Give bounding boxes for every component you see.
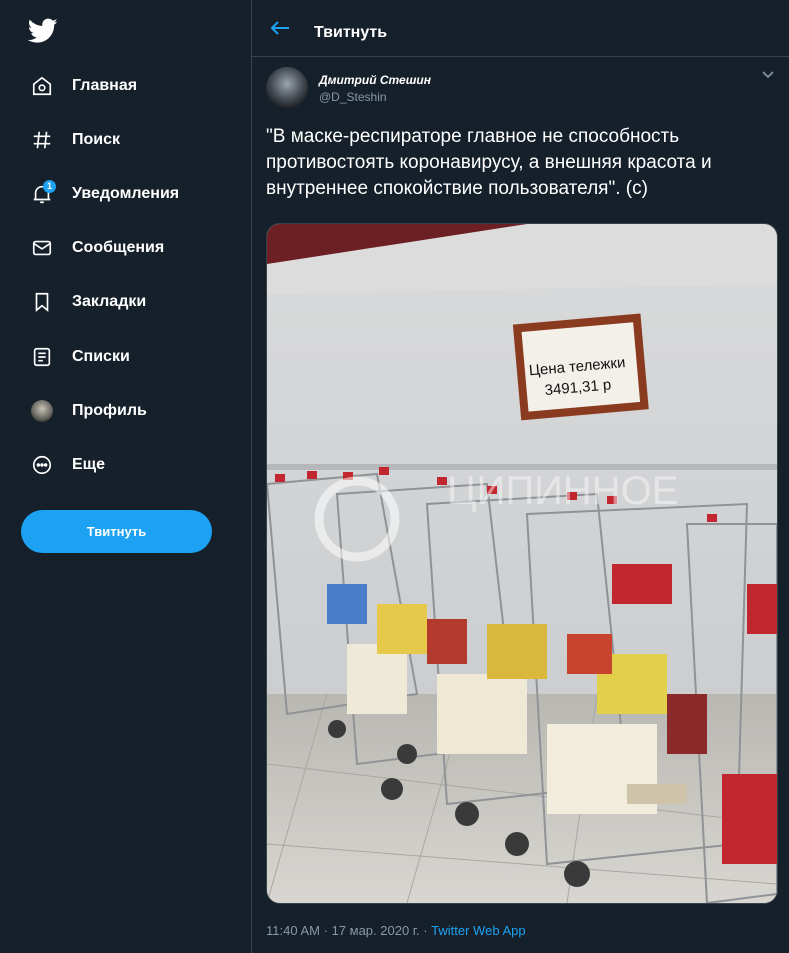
avatar [30, 399, 54, 423]
home-icon [30, 74, 54, 98]
page-header: Твитнуть [252, 0, 789, 57]
hashtag-icon [30, 128, 54, 152]
meta-separator: · [323, 923, 328, 938]
sidebar-item-search[interactable]: Поиск [30, 125, 120, 155]
author-name[interactable]: Дмитрий Стешин [319, 73, 431, 87]
tweet-time[interactable]: 11:40 AM [266, 923, 320, 938]
tweet-button[interactable]: Твитнуть [21, 510, 212, 553]
meta-separator: · [423, 923, 428, 938]
sidebar-item-more[interactable]: Еще [30, 450, 105, 480]
sidebar-item-label: Сообщения [72, 239, 165, 256]
tweet-date[interactable]: 17 мар. 2020 г. [332, 923, 420, 938]
image-watermark: ЦИПИННОЕ [447, 469, 678, 513]
author-avatar[interactable] [266, 67, 308, 109]
list-icon [30, 345, 54, 369]
sidebar-item-lists[interactable]: Списки [30, 342, 130, 372]
sidebar-item-profile[interactable]: Профиль [30, 396, 147, 426]
main-column: Твитнуть Дмитрий Стешин @D_Steshin "В ма… [252, 0, 789, 953]
sidebar-item-label: Профиль [72, 402, 147, 419]
sidebar-item-label: Списки [72, 348, 130, 365]
sidebar-item-label: Еще [72, 456, 106, 473]
tweet-meta: 11:40 AM · 17 мар. 2020 г. · Twitter Web… [266, 923, 526, 938]
author-handle[interactable]: @D_Steshin [319, 90, 387, 104]
sidebar-item-label: Поиск [72, 131, 121, 148]
back-arrow-icon[interactable] [270, 20, 290, 36]
twitter-logo-icon[interactable] [27, 18, 58, 44]
bookmark-icon [30, 290, 54, 314]
sidebar-item-notifications[interactable]: 1 Уведомления [30, 179, 179, 209]
chevron-down-icon[interactable] [760, 68, 776, 82]
sidebar-item-messages[interactable]: Сообщения [30, 233, 164, 263]
tweet-source-link[interactable]: Twitter Web App [431, 923, 525, 938]
sidebar-item-home[interactable]: Главная [30, 71, 137, 101]
page-title: Твитнуть [314, 24, 388, 41]
bell-icon: 1 [30, 180, 56, 206]
tweet-text: "В маске-респираторе главное не способно… [266, 126, 712, 199]
notification-badge: 1 [43, 180, 56, 193]
sidebar: Главная Поиск 1 Уведомления Сообщения За… [0, 0, 251, 953]
sidebar-item-label: Уведомления [72, 185, 180, 202]
more-icon [30, 453, 54, 477]
envelope-icon [30, 236, 54, 260]
tweet-image[interactable]: Цена тележки 3491,31 р ЦИПИННОЕ [266, 223, 778, 904]
sidebar-item-label: Главная [72, 77, 138, 94]
sidebar-item-bookmarks[interactable]: Закладки [30, 287, 146, 317]
sidebar-item-label: Закладки [72, 293, 147, 310]
